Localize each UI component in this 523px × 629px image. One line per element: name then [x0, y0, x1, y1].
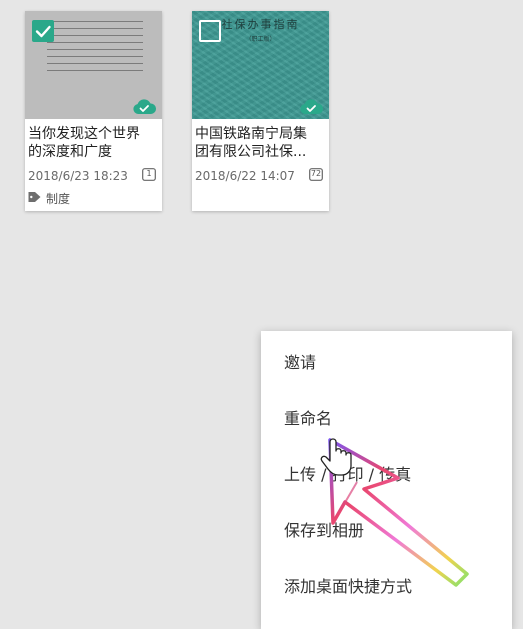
document-title: 中国铁路南宁局集 团有限公司社保... [195, 126, 307, 160]
tag-icon [28, 191, 41, 203]
document-title: 当你发现这个世界 的深度和广度 [28, 126, 140, 160]
tag-label: 制度 [46, 192, 71, 206]
menu-item-invite[interactable]: 邀请 [261, 335, 512, 391]
document-date: 2018/6/23 18:23 [28, 169, 128, 183]
document-card-2[interactable]: 社保办事指南 （职工版） 中国铁路南宁局集 团有限公司社保... 2018/6/… [192, 11, 329, 211]
document-date: 2018/6/22 14:07 [195, 169, 295, 183]
context-menu: 邀请 重命名 上传 / 打印 / 传真 保存到相册 添加桌面快捷方式 [261, 331, 512, 629]
select-checkbox-unchecked[interactable] [199, 20, 221, 42]
document-card-1[interactable]: 当你发现这个世界 的深度和广度 2018/6/23 18:23 1 制度 [25, 11, 162, 211]
menu-item-upload-print-fax[interactable]: 上传 / 打印 / 传真 [261, 447, 512, 503]
cloud-check-icon [132, 98, 156, 115]
document-thumbnail[interactable] [25, 11, 162, 119]
document-text-lines [47, 15, 143, 77]
menu-item-add-desktop-shortcut[interactable]: 添加桌面快捷方式 [261, 559, 512, 615]
menu-item-save-to-album[interactable]: 保存到相册 [261, 503, 512, 559]
page-count-icon: 1 [142, 168, 156, 181]
page-count: 72 [310, 169, 322, 178]
page-count-icon: 72 [309, 168, 323, 181]
cloud-check-icon [299, 98, 323, 115]
page-count: 1 [146, 169, 152, 178]
document-thumbnail[interactable]: 社保办事指南 （职工版） [192, 11, 329, 119]
check-icon [35, 25, 51, 38]
menu-item-rename[interactable]: 重命名 [261, 391, 512, 447]
select-checkbox-checked[interactable] [32, 20, 54, 42]
